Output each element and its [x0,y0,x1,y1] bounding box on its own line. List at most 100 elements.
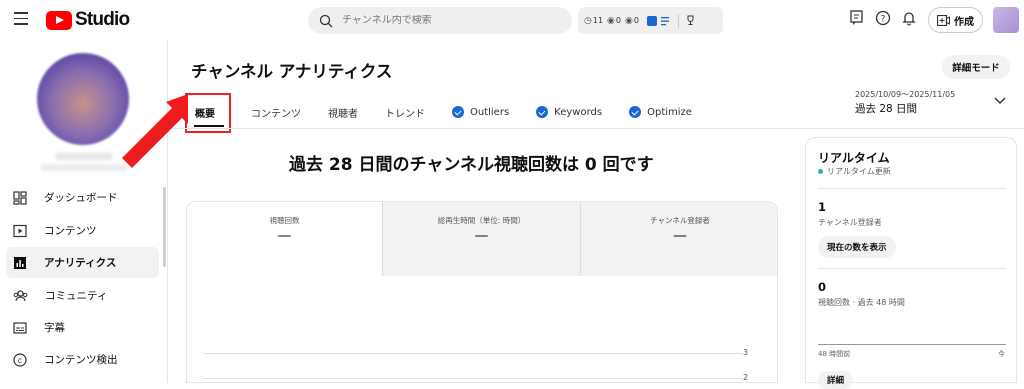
youtube-logo-icon [46,10,72,30]
sidebar-item-copyright[interactable]: c コンテンツ検出 [6,344,159,375]
tabs-divider [169,128,1024,129]
metric-subscribers[interactable]: チャンネル登録者 — [581,202,777,276]
divider [818,268,1006,269]
y-tick-label: 3 [743,348,749,357]
studio-logo[interactable]: Studio [46,9,130,31]
date-period-selector[interactable]: 過去 28 日間 [855,101,917,116]
list-icon[interactable] [660,16,672,26]
realtime-subtitle-text: リアルタイム更新 [827,167,891,176]
views-count: 0 [818,280,827,294]
analytics-icon [14,256,26,269]
search-input[interactable] [342,15,542,26]
realtime-card: リアルタイム リアルタイム更新 1 チャンネル登録者 現在の数を表示 0 視聴回… [805,137,1017,389]
sidebar-item-community[interactable]: コミュニティ [6,280,159,311]
community-icon [13,289,28,301]
clock-icon: ◷ [584,15,592,26]
realtime-chart-axis [818,344,1006,345]
stat-b-value: 0 [615,16,621,25]
axis-label-right: 今 [998,350,1005,358]
extension-icon [452,106,464,118]
svg-text:?: ? [881,15,886,25]
stat-views2: ◉ 0 [625,16,639,26]
metric-value: — [673,228,687,244]
tab-keywords[interactable]: Keywords [536,96,602,128]
logo-text: Studio [75,9,130,30]
chart-gridline [203,378,743,379]
realtime-subtitle: リアルタイム更新 [818,166,891,177]
create-label: 作成 [954,16,974,28]
date-range: 2025/10/09〜2025/11/05 [855,90,956,99]
tab-trends[interactable]: トレンド [385,96,425,128]
metric-value: — [277,228,292,244]
live-dot-icon [818,169,823,174]
tab-content[interactable]: コンテンツ [251,96,301,128]
sidebar-item-label: コンテンツ [44,225,97,237]
red-arrow-annotation [122,94,188,168]
sidebar-item-content[interactable]: コンテンツ [6,215,159,246]
copyright-icon: c [13,352,27,367]
metric-label: 総再生時間（単位: 時間） [437,216,526,225]
extension-icon [536,106,549,118]
create-button[interactable]: 作成 [928,7,983,33]
tab-optimize[interactable]: Optimize [629,96,692,128]
dashboard-icon [13,190,27,205]
divider [818,188,1006,189]
stat-time: ◷ 11 [584,16,603,26]
views-label: 視聴回数 · 過去 48 時間 [818,298,905,307]
summary-headline: 過去 28 日間のチャンネル視聴回数は 0 回です [289,155,654,175]
trophy-icon[interactable] [685,15,696,26]
chevron-down-icon[interactable] [994,97,1006,105]
account-avatar[interactable] [993,7,1019,33]
create-video-icon [937,14,950,26]
tab-label: Outliers [470,106,510,118]
eye-icon: ◉ [625,15,633,26]
search-bar[interactable] [308,7,572,34]
more-details-button[interactable]: 詳細 [818,371,854,389]
metric-views[interactable]: 視聴回数 — [187,202,383,276]
extension-stats[interactable]: ◷ 11 ◉ 0 ◉ 0 [578,7,723,34]
realtime-title: リアルタイム [818,151,890,165]
sidebar-item-label: アナリティクス [44,257,117,269]
eye-icon: ◉ [607,15,615,26]
tab-outliers[interactable]: Outliers [452,96,509,128]
tab-label: コンテンツ [251,108,301,120]
sidebar-item-label: コミュニティ [45,290,108,302]
sidebar-item-label: 字幕 [44,322,65,334]
axis-label-left: 48 時間前 [818,350,851,358]
tab-audience[interactable]: 視聴者 [328,96,358,128]
subtitles-icon [13,321,27,334]
extension-logo-icon[interactable] [646,15,657,26]
metric-value: — [474,228,489,244]
show-current-count-button[interactable]: 現在の数を表示 [818,236,896,258]
top-bar: Studio ◷11 ◉0 ◉0 ? 作成 [0,0,1024,40]
stat-c-value: 0 [633,16,639,25]
extension-icon [629,106,642,118]
menu-icon[interactable] [14,12,28,26]
notifications-icon[interactable] [902,10,916,26]
metric-watch-time[interactable]: 総再生時間（単位: 時間） — [383,202,581,276]
highlight-annotation-box [185,93,231,133]
analytics-tabs: 概要 コンテンツ 視聴者 トレンド Outliers Keywords Opti… [186,96,719,128]
metric-label: チャンネル登録者 [650,216,710,225]
subscriber-label: チャンネル登録者 [818,218,882,227]
main-content: チャンネル アナリティクス 詳細モード 概要 コンテンツ 視聴者 トレンド Ou… [169,40,1024,389]
stats-divider [677,13,679,28]
sidebar-item-dashboard[interactable]: ダッシュボード [6,182,159,213]
advanced-mode-button[interactable]: 詳細モード [942,55,1010,79]
search-icon [319,14,333,27]
sidebar-item-label: ダッシュボード [44,192,118,204]
subscriber-count: 1 [818,200,827,214]
tab-label: トレンド [385,108,425,120]
y-tick-label: 2 [743,373,749,382]
feedback-icon[interactable] [850,10,864,26]
stat-a-value: 11 [592,16,604,25]
content-icon [13,224,27,237]
metrics-card: 視聴回数 — 総再生時間（単位: 時間） — チャンネル登録者 — 3 2 1 [186,201,778,383]
sidebar-item-subtitles[interactable]: 字幕 [6,312,159,343]
channel-name-blurred [55,153,113,160]
sidebar-item-label: コンテンツ検出 [44,354,118,366]
sidebar-item-analytics[interactable]: アナリティクス [6,247,159,278]
help-icon[interactable]: ? [875,10,891,26]
stat-views: ◉ 0 [607,16,621,26]
sidebar-scrollbar[interactable] [163,187,166,267]
